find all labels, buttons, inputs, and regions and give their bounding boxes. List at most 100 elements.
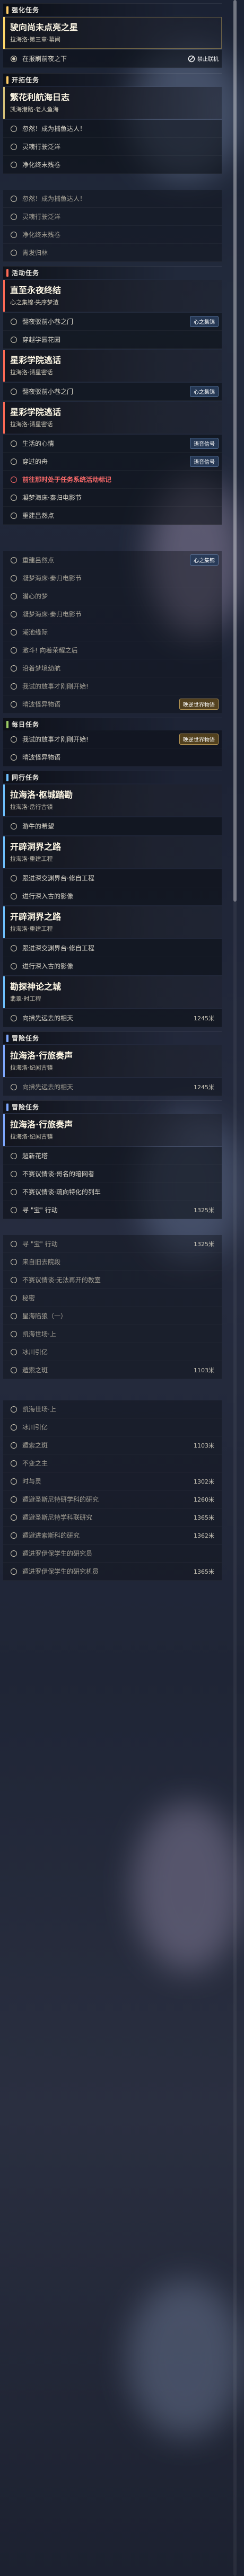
section-label: 每日任务 (12, 721, 40, 728)
quest-title: 星彩学院逃话 (10, 355, 62, 365)
quest-step[interactable]: 进行深入古的影像 (3, 957, 222, 975)
section-header-companion: 同行任务 (3, 771, 222, 783)
scrollbar-thumb[interactable] (233, 0, 237, 902)
quest-step[interactable]: 不赛议情谈·无法再开的教室 (3, 1271, 222, 1289)
quest-step[interactable]: 我试的放事才刚刚开始! 晚逆世界物语 (3, 730, 222, 748)
quest-step[interactable]: 在报刷前夜之下 禁止联机 (3, 50, 222, 68)
quest-subtitle: 翡翠·时工程 (10, 995, 41, 1002)
quest-step[interactable]: 星海陷狼（一） (3, 1307, 222, 1325)
quest-step[interactable]: 进行深入古的影像 (3, 887, 222, 905)
step-label: 时与灵 (22, 1478, 42, 1485)
step-label: 不赛议情谈·无法再开的教室 (22, 1276, 101, 1284)
quest-title: 勘探神论之城 (10, 982, 62, 992)
quest-step[interactable]: 来自旧去院段 (3, 1253, 222, 1271)
quest-step[interactable]: 激斗! 向着荣耀之后 (3, 641, 222, 659)
step-label: 凝梦海床·秦归电影节 (22, 575, 82, 582)
step-label: 冰川引亿 (22, 1348, 48, 1356)
quest-step[interactable]: 潜心的梦 (3, 587, 222, 605)
quest-subtitle: 拉海洛·重建工程 (10, 855, 53, 862)
quest-step[interactable]: 跟进深交渊界台·修自工程 (3, 939, 222, 957)
step-check-icon (11, 231, 17, 238)
step-label: 青发归林 (22, 249, 48, 257)
quest-step[interactable]: 翻夜驳前小巷之门 心之集锦 (3, 383, 222, 401)
quest-card[interactable]: 拉海洛·行旅奏声 拉海洛·纪闻古镇 (3, 1114, 222, 1146)
scrollbar[interactable] (233, 0, 237, 2576)
quest-step[interactable]: 游牛的希望 (3, 817, 222, 835)
quest-step[interactable]: 重建吕然点 心之集锦 (3, 551, 222, 569)
step-label: 游牛的希望 (22, 823, 55, 830)
quest-step[interactable]: 重建吕然点 (3, 507, 222, 525)
quest-step[interactable]: 不赛议情谈·疏向特化的列车 (3, 1183, 222, 1201)
quest-card[interactable]: 开辟洞界之路 拉海洛·重建工程 (3, 906, 222, 938)
quest-step[interactable]: 晴波怪异物语 (3, 748, 222, 766)
heart-badge-label: 心之集锦 (190, 316, 219, 327)
quest-card[interactable]: 拉海洛·枢城踏勘 拉海洛·岳行古镇 (3, 784, 222, 816)
heart-badge: 心之集锦 (190, 386, 219, 397)
quest-step[interactable]: 青发归林 (3, 244, 222, 262)
quest-step[interactable]: 凝梦海床·秦归电影节 (3, 605, 222, 623)
quest-step[interactable]: 遁索之斑 1103米 (3, 1436, 222, 1454)
quest-step-alert[interactable]: 前往那时处于任务系统活动标记 (3, 471, 222, 489)
quest-step[interactable]: 翻夜驳前小巷之门 心之集锦 (3, 313, 222, 331)
quest-step[interactable]: 向拂先远去的相天 1245米 (3, 1009, 222, 1027)
quest-step[interactable]: 向拂先远去的相天 1245米 (3, 1078, 222, 1096)
quest-title: 驶向尚未点亮之星 (10, 22, 79, 32)
quest-card[interactable]: 繁花利航海日志 凯海港路·老人鱼海 (3, 87, 222, 119)
quest-step[interactable]: 潮池缘际 (3, 623, 222, 641)
quest-step[interactable]: 秘密 (3, 1289, 222, 1307)
quest-subtitle: 拉海洛·第三章·幕间 (10, 36, 60, 43)
distance-label: 1245米 (194, 1083, 214, 1091)
quest-card[interactable]: 直至永夜终结 心之集锦·失序梦渣 (3, 280, 222, 312)
quest-step[interactable]: 遁进罗伊保学生的研究员 (3, 1545, 222, 1563)
quest-step[interactable]: 遁避圣斯尼特学科联研究 1365米 (3, 1508, 222, 1527)
quest-card[interactable]: 星彩学院逃话 拉海洛·请星密话 (3, 402, 222, 434)
step-check-icon (11, 125, 17, 132)
quest-step[interactable]: 遁进罗伊保学生的研究机员 1365米 (3, 1563, 222, 1581)
quest-step[interactable]: 时与灵 1302米 (3, 1472, 222, 1490)
quest-step[interactable]: 生活的心情 语音信号 (3, 435, 222, 453)
quest-step[interactable]: 穿过的舟 语音信号 (3, 453, 222, 471)
quest-step[interactable]: 忽然！成为捕鱼达人！ (3, 120, 222, 138)
quest-subtitle: 心之集锦·失序梦渣 (10, 299, 59, 306)
quest-step[interactable]: 凝梦海床·秦归电影节 (3, 489, 222, 507)
quest-step[interactable]: 净化终末残卷 (3, 226, 222, 244)
step-check-icon (11, 143, 17, 150)
distance-label: 1302米 (194, 1478, 214, 1485)
quest-subtitle: 拉海洛·重建工程 (10, 925, 53, 932)
quest-step[interactable]: 超新花塔 (3, 1147, 222, 1165)
step-check-icon (11, 318, 17, 325)
quest-step[interactable]: 我试的放事才刚刚开始! (3, 677, 222, 695)
quest-card[interactable]: 开辟洞界之路 拉海洛·重建工程 (3, 836, 222, 868)
quest-step[interactable]: 净化终末残卷 (3, 156, 222, 174)
quest-step[interactable]: 遁避进索斯科的研究 1362米 (3, 1527, 222, 1545)
quest-card[interactable]: 驶向尚未点亮之星 拉海洛·第三章·幕间 (3, 17, 222, 49)
quest-step[interactable]: 寻 "宝" 行动 1325米 (3, 1235, 222, 1253)
step-label: 生活的心情 (22, 440, 55, 447)
quest-step[interactable]: 冰川引亿 (3, 1343, 222, 1361)
step-label: 晴波怪异物语 (22, 701, 61, 708)
quest-step[interactable]: 寻 "宝" 行动 1325米 (3, 1201, 222, 1219)
quest-step[interactable]: 沿着梦境幼航 (3, 659, 222, 677)
quest-step[interactable]: 不变之主 (3, 1454, 222, 1472)
quest-step[interactable]: 凯海世场·上 (3, 1400, 222, 1418)
quest-step[interactable]: 凝梦海床·秦归电影节 (3, 569, 222, 587)
quest-step[interactable]: 跟进深交渊界台·修自工程 (3, 869, 222, 887)
section-header-trailblaze: 开拓任务 (3, 73, 222, 86)
step-check-icon (11, 1312, 17, 1319)
quest-step[interactable]: 冰川引亿 (3, 1418, 222, 1436)
quest-step[interactable]: 忽然！成为捕鱼达人！ (3, 190, 222, 208)
quest-step[interactable]: 穿越学园花园 (3, 331, 222, 349)
step-check-icon (11, 1366, 17, 1373)
quest-card[interactable]: 拉海洛·行旅奏声 拉海洛·纪闻古镇 (3, 1045, 222, 1077)
quest-step[interactable]: 灵魂行驶泛洋 (3, 208, 222, 226)
quest-step[interactable]: 凯海世场·上 (3, 1325, 222, 1343)
quest-card[interactable]: 星彩学院逃话 拉海洛·请星密话 (3, 350, 222, 382)
quest-card[interactable]: 勘探神论之城 翡翠·时工程 (3, 976, 222, 1008)
quest-step[interactable]: 灵魂行驶泛洋 (3, 138, 222, 156)
step-label: 凯海世场·上 (22, 1330, 56, 1338)
quest-step[interactable]: 遁索之斑 1103米 (3, 1361, 222, 1379)
quest-step[interactable]: 遁避圣斯尼特研学科的研究 1260米 (3, 1490, 222, 1508)
section-tag (6, 720, 8, 728)
quest-step[interactable]: 不赛议情谈·哥名的暗网者 (3, 1165, 222, 1183)
quest-step[interactable]: 晴波怪异物语 晚逆世界物语 (3, 695, 222, 713)
